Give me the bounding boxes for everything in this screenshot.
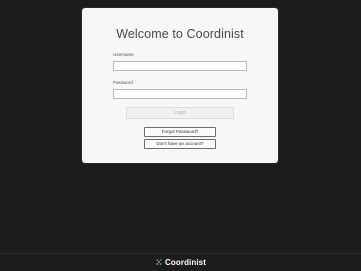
footer-divider: [0, 253, 361, 254]
footer: Coordinist: [0, 256, 361, 268]
signup-button[interactable]: Don't have an account?: [144, 139, 216, 149]
coordinist-logo-icon: [156, 259, 162, 265]
login-page: Welcome to Coordinist Username Password …: [0, 0, 361, 271]
forgot-password-button[interactable]: Forgot Password?: [144, 127, 216, 137]
login-button[interactable]: Login: [126, 107, 234, 119]
username-input[interactable]: [113, 61, 247, 71]
page-title: Welcome to Coordinist: [116, 27, 244, 41]
username-label: Username: [113, 52, 134, 57]
brand-name: Coordinist: [165, 257, 206, 267]
password-label: Password: [113, 80, 133, 85]
password-input[interactable]: [113, 89, 247, 99]
login-card: Welcome to Coordinist Username Password …: [82, 8, 278, 163]
